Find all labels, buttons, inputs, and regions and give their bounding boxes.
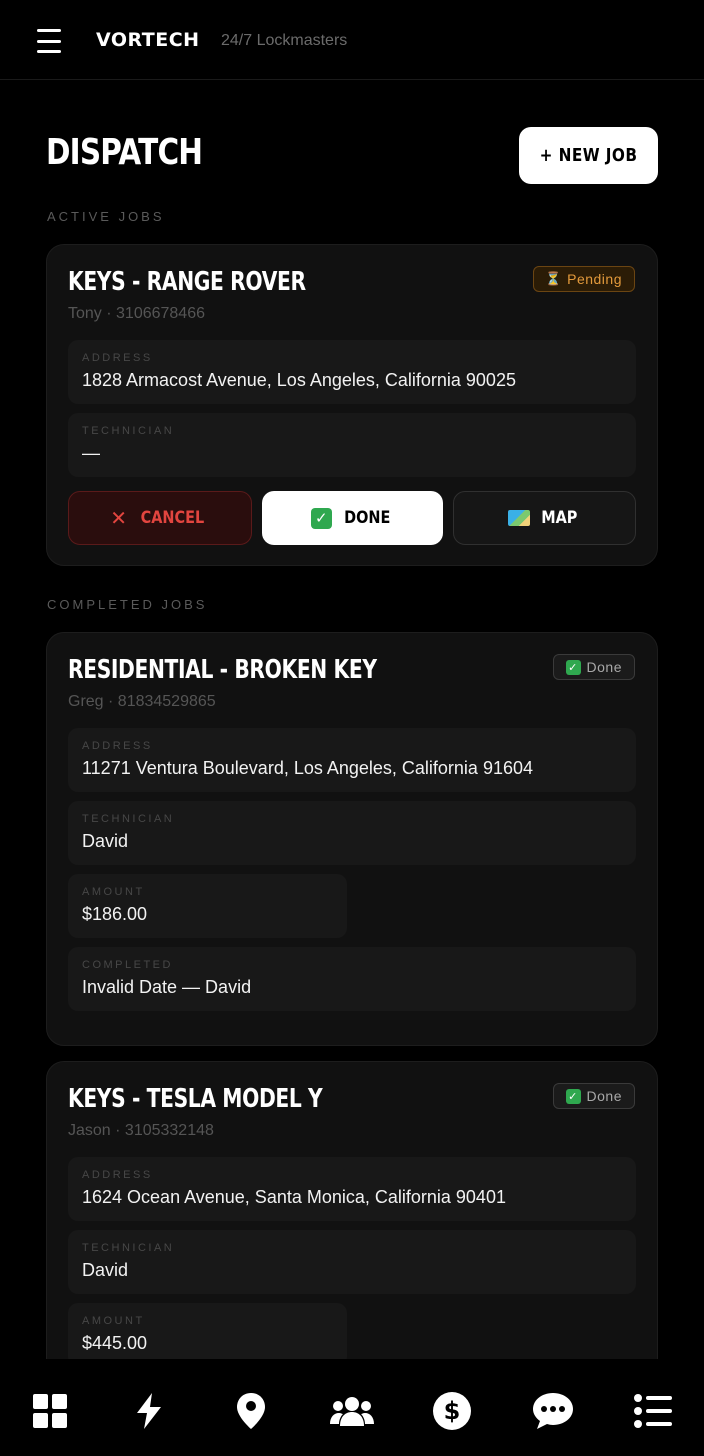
check-icon: ✓ bbox=[565, 1088, 581, 1104]
check-icon: ✓ bbox=[310, 507, 332, 529]
chat-icon[interactable] bbox=[531, 1389, 575, 1433]
technician-value: David bbox=[82, 831, 129, 851]
bottom-nav: $ bbox=[0, 1359, 704, 1456]
location-pin-icon[interactable] bbox=[229, 1389, 273, 1433]
hourglass-icon: ⏳ bbox=[545, 271, 562, 286]
active-job-card: KEYS - RANGE ROVER Tony · 3106678466 ⏳ P… bbox=[46, 244, 658, 566]
completed-jobs-label: COMPLETED JOBS bbox=[47, 597, 208, 612]
job-title: KEYS - RANGE ROVER bbox=[68, 267, 306, 297]
completed-job-card: RESIDENTIAL - BROKEN KEY Greg · 81834529… bbox=[46, 632, 658, 1046]
completed-field: COMPLETED Invalid Date — David bbox=[68, 947, 636, 1011]
status-badge: ✓ Done bbox=[552, 1083, 635, 1109]
amount-value: $445.00 bbox=[82, 1333, 148, 1353]
job-title: KEYS - TESLA MODEL Y bbox=[68, 1084, 323, 1114]
users-icon[interactable] bbox=[330, 1389, 374, 1433]
check-icon: ✓ bbox=[565, 659, 581, 675]
job-contact: Tony · 3106678466 bbox=[68, 305, 205, 322]
amount-value: $186.00 bbox=[82, 904, 148, 924]
new-job-button[interactable]: + NEW JOB bbox=[519, 127, 658, 184]
amount-field: AMOUNT $186.00 bbox=[68, 874, 347, 938]
address-field: ADDRESS 11271 Ventura Boulevard, Los Ang… bbox=[68, 728, 636, 792]
brand-logo: VORTECH bbox=[96, 29, 200, 51]
address-value: 1624 Ocean Avenue, Santa Monica, Califor… bbox=[82, 1187, 506, 1207]
active-jobs-label: ACTIVE JOBS bbox=[47, 209, 165, 224]
job-title: RESIDENTIAL - BROKEN KEY bbox=[68, 655, 377, 685]
bolt-icon[interactable] bbox=[127, 1389, 171, 1433]
top-bar: VORTECH 24/7 Lockmasters bbox=[0, 0, 704, 80]
list-icon[interactable] bbox=[631, 1389, 675, 1433]
amount-field: AMOUNT $445.00 bbox=[68, 1303, 347, 1367]
dollar-icon[interactable]: $ bbox=[430, 1389, 474, 1433]
done-button[interactable]: ✓ DONE bbox=[262, 491, 443, 545]
technician-field: TECHNICIAN — bbox=[68, 413, 636, 477]
job-contact: Greg · 81834529865 bbox=[68, 693, 216, 710]
svg-text:$: $ bbox=[444, 1397, 461, 1425]
status-badge: ✓ Done bbox=[552, 654, 635, 680]
close-icon: ✕ bbox=[110, 506, 127, 530]
status-badge: ⏳ Pending bbox=[533, 266, 635, 292]
map-button[interactable]: MAP bbox=[453, 491, 636, 545]
completed-value: Invalid Date — David bbox=[82, 977, 252, 997]
map-icon bbox=[508, 510, 531, 526]
brand-subtitle: 24/7 Lockmasters bbox=[221, 32, 348, 49]
technician-value: — bbox=[82, 443, 100, 463]
technician-field: TECHNICIAN David bbox=[68, 1230, 636, 1294]
completed-job-card: KEYS - TESLA MODEL Y Jason · 3105332148 … bbox=[46, 1061, 658, 1381]
address-value: 1828 Armacost Avenue, Los Angeles, Calif… bbox=[82, 370, 516, 390]
cancel-button[interactable]: ✕ CANCEL bbox=[68, 491, 252, 545]
address-field: ADDRESS 1624 Ocean Avenue, Santa Monica,… bbox=[68, 1157, 636, 1221]
dashboard-icon[interactable] bbox=[28, 1389, 72, 1433]
address-field: ADDRESS 1828 Armacost Avenue, Los Angele… bbox=[68, 340, 636, 404]
hamburger-menu-icon[interactable] bbox=[37, 29, 61, 53]
job-contact: Jason · 3105332148 bbox=[68, 1122, 214, 1139]
page-title: DISPATCH bbox=[46, 132, 203, 173]
technician-value: David bbox=[82, 1260, 129, 1280]
address-value: 11271 Ventura Boulevard, Los Angeles, Ca… bbox=[82, 758, 533, 778]
technician-field: TECHNICIAN David bbox=[68, 801, 636, 865]
